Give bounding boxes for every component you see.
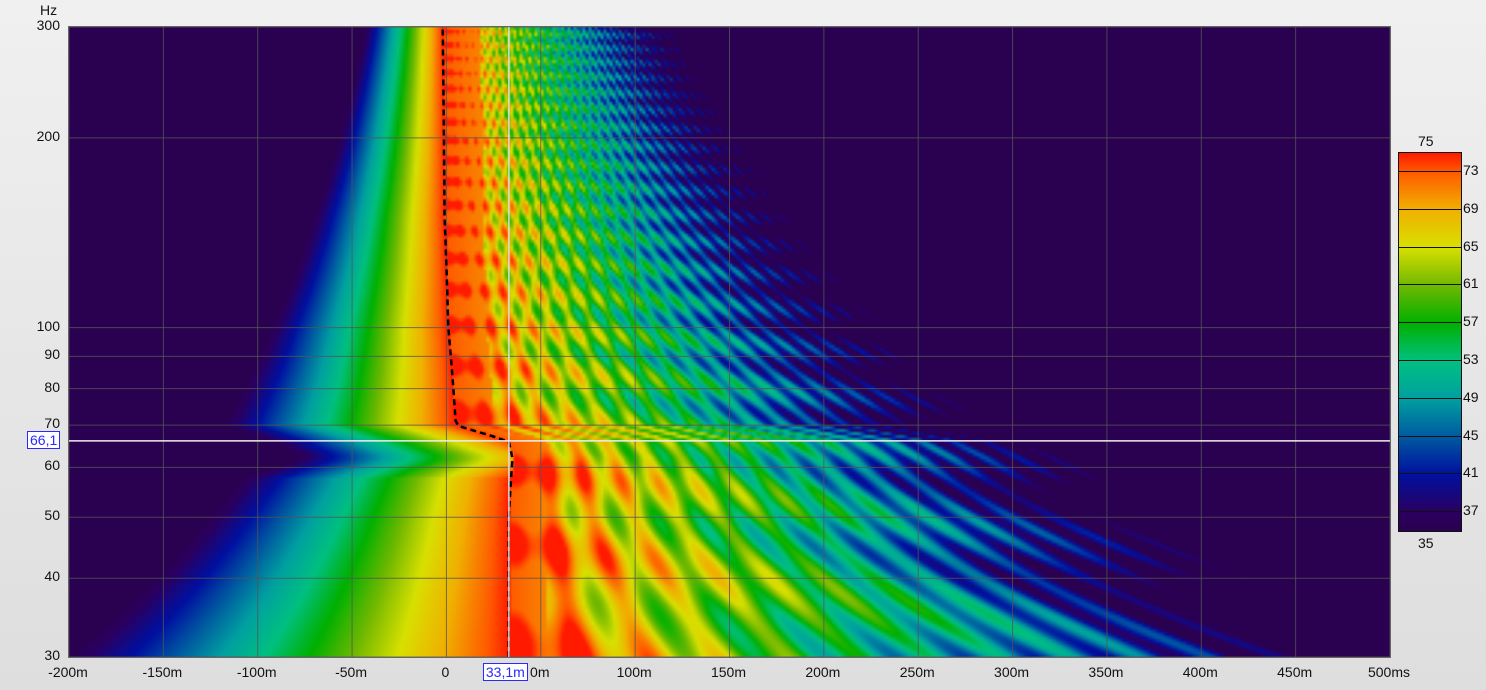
color-scale-max-label: 75	[1418, 133, 1434, 149]
color-scale-divider	[1399, 208, 1461, 210]
color-scale-divider	[1399, 284, 1461, 286]
color-scale-divider	[1399, 397, 1461, 399]
x-tick-label: -200m	[48, 664, 88, 680]
color-scale-tick-label: 37	[1463, 502, 1479, 519]
x-tick-label: -50m	[335, 664, 368, 680]
x-tick-label: 400m	[1182, 664, 1218, 680]
x-tick-label: 300m	[994, 664, 1030, 680]
color-scale-tick-label: 49	[1463, 388, 1479, 405]
color-scale-tick-label: 73	[1463, 161, 1479, 178]
y-tick-label: 70	[44, 415, 60, 432]
color-scale-tick-label: 69	[1463, 199, 1479, 216]
peak-time-ridge-line	[441, 27, 514, 657]
color-scale-divider	[1399, 511, 1461, 513]
color-scale-divider	[1399, 170, 1461, 172]
color-scale-divider	[1399, 435, 1461, 437]
color-scale-tick-label: 57	[1463, 313, 1479, 330]
x-tick-label: 500ms	[1367, 664, 1411, 680]
y-tick-label: 60	[44, 457, 60, 474]
x-tick-label: 200m	[805, 664, 841, 680]
x-tick-label: 0	[441, 664, 450, 680]
color-scale-min-label: 35	[1418, 535, 1434, 551]
x-tick-label: 350m	[1088, 664, 1124, 680]
x-tick-label: -150m	[142, 664, 183, 680]
cursor-time-readout: 33,1m	[482, 663, 528, 681]
y-tick-label: 90	[44, 346, 60, 363]
y-tick-label: 80	[44, 378, 60, 395]
y-tick-label: 100	[36, 317, 60, 334]
y-tick-label: 30	[44, 647, 60, 663]
cursor-frequency-readout: 66,1	[27, 430, 61, 449]
x-tick-label: -100m	[236, 664, 277, 680]
color-scale-tick-label: 41	[1463, 464, 1479, 481]
color-scale-divider	[1399, 359, 1461, 361]
color-scale-divider	[1399, 322, 1461, 324]
x-tick-label: 0m	[530, 664, 550, 680]
color-scale-tick-label: 61	[1463, 275, 1479, 292]
color-scale-tick-label: 65	[1463, 237, 1479, 254]
spectrogram-plot[interactable]	[68, 26, 1391, 658]
color-scale-tick-label: 45	[1463, 426, 1479, 443]
y-tick-label: 40	[44, 568, 60, 585]
y-tick-label: 300	[36, 17, 60, 33]
x-tick-label: 150m	[710, 664, 747, 680]
y-tick-label: 50	[44, 507, 60, 524]
x-tick-label: 100m	[616, 664, 652, 680]
color-scale-tick-label: 53	[1463, 350, 1479, 367]
x-tick-label: 250m	[899, 664, 935, 680]
x-tick-label: 450m	[1277, 664, 1313, 680]
y-axis-unit-label: Hz	[40, 2, 58, 18]
color-scale-divider	[1399, 246, 1461, 248]
y-tick-label: 200	[36, 127, 60, 144]
plot-overlay	[69, 27, 1390, 657]
color-scale-divider	[1399, 473, 1461, 475]
